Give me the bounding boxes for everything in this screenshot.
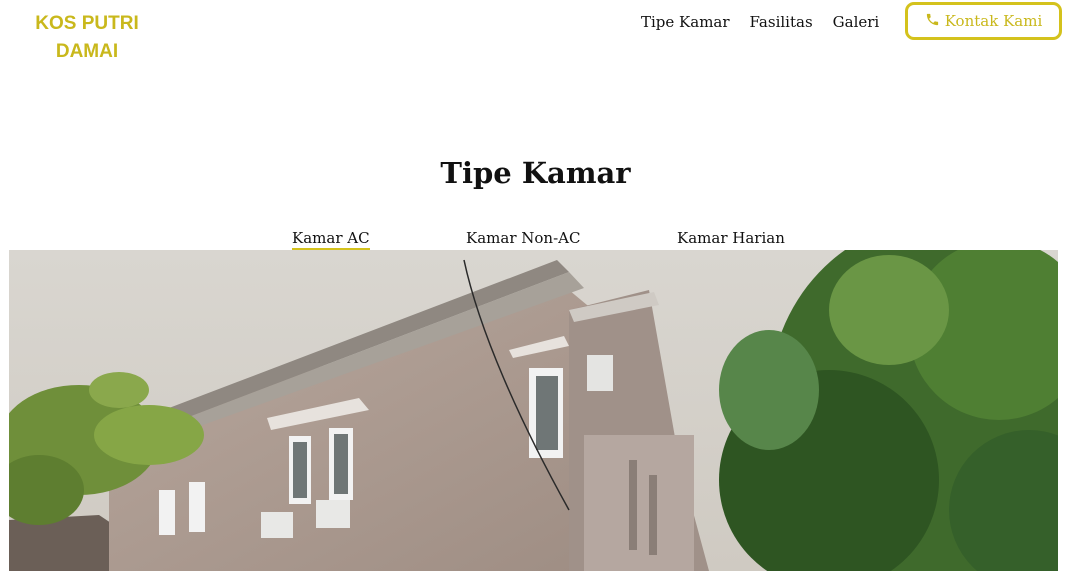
section-title: Tipe Kamar [440,156,631,190]
main-nav: Tipe Kamar Fasilitas Galeri [641,11,879,33]
tab-kamar-harian[interactable]: Kamar Harian [677,228,785,248]
phone-icon [925,12,940,31]
tab-kamar-ac[interactable]: Kamar AC [292,228,370,250]
tab-kamar-non-ac[interactable]: Kamar Non-AC [466,228,580,248]
brand-logo[interactable]: KOS PUTRI DAMAI [22,10,152,66]
nav-link-galeri[interactable]: Galeri [833,11,880,33]
building-image [9,250,1058,571]
contact-button[interactable]: Kontak Kami [905,2,1062,40]
contact-button-label: Kontak Kami [944,12,1043,30]
nav-link-fasilitas[interactable]: Fasilitas [750,11,813,33]
room-type-tabs: Kamar AC Kamar Non-AC Kamar Harian [0,228,1071,250]
nav-link-tipe-kamar[interactable]: Tipe Kamar [641,11,730,33]
room-photo [9,250,1058,571]
